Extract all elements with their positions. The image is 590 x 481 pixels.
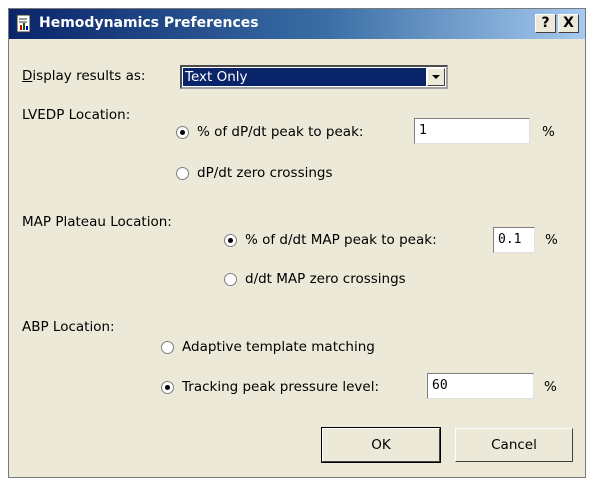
ok-button[interactable]: OK: [321, 427, 441, 463]
lvedp-percent-input[interactable]: 1: [414, 118, 530, 144]
abp-template-matching-radio[interactable]: [161, 341, 174, 354]
help-button[interactable]: ?: [535, 14, 556, 33]
map-zero-crossings-label[interactable]: d/dt MAP zero crossings: [245, 271, 406, 287]
abp-location-label: ABP Location:: [22, 319, 115, 335]
title-bar[interactable]: Hemodynamics Preferences ? X: [9, 9, 585, 39]
lvedp-percent-label[interactable]: % of dP/dt peak to peak:: [197, 124, 363, 140]
map-plateau-location-label: MAP Plateau Location:: [22, 214, 172, 230]
hemodynamics-preferences-dialog: Hemodynamics Preferences ? X Display res…: [8, 8, 586, 478]
display-results-label-rest: isplay results as:: [32, 68, 146, 84]
lvedp-location-label: LVEDP Location:: [22, 107, 131, 123]
dialog-title: Hemodynamics Preferences: [39, 15, 259, 31]
map-zero-crossings-radio[interactable]: [224, 273, 237, 286]
map-percent-unit: %: [545, 232, 558, 248]
abp-tracking-peak-unit: %: [544, 379, 557, 395]
lvedp-percent-unit: %: [542, 124, 555, 140]
close-button[interactable]: X: [558, 14, 579, 33]
document-chart-icon: [16, 14, 31, 33]
lvedp-percent-radio[interactable]: [176, 126, 189, 139]
display-results-selected: Text Only: [183, 68, 426, 86]
map-percent-label[interactable]: % of d/dt MAP peak to peak:: [245, 232, 437, 248]
display-results-combobox[interactable]: Text Only: [180, 65, 448, 89]
display-results-label-mnemonic: D: [22, 68, 33, 84]
map-percent-radio[interactable]: [224, 234, 237, 247]
abp-tracking-peak-radio[interactable]: [161, 381, 174, 394]
map-percent-input[interactable]: 0.1: [493, 227, 535, 253]
lvedp-zero-crossings-radio[interactable]: [176, 167, 189, 180]
cancel-button[interactable]: Cancel: [455, 428, 573, 462]
display-results-label: Display results as:: [22, 68, 145, 84]
lvedp-zero-crossings-label[interactable]: dP/dt zero crossings: [197, 165, 333, 181]
chevron-down-icon[interactable]: [427, 68, 445, 86]
abp-template-matching-label[interactable]: Adaptive template matching: [182, 339, 375, 355]
abp-tracking-peak-label[interactable]: Tracking peak pressure level:: [182, 379, 379, 395]
abp-tracking-peak-input[interactable]: 60: [427, 373, 534, 399]
